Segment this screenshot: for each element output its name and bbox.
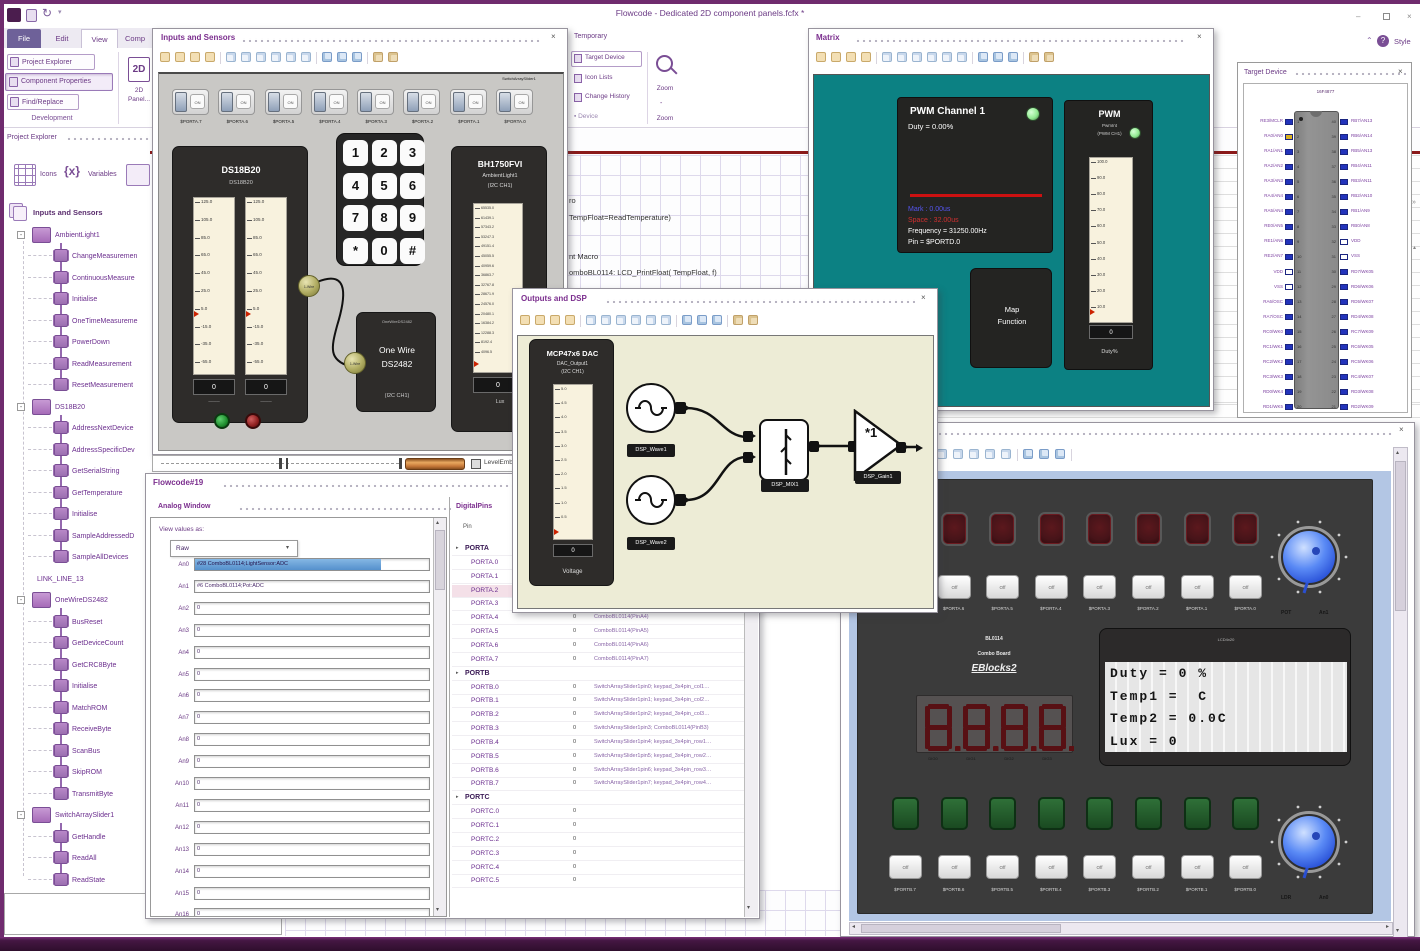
svg-text:*1: *1	[865, 425, 877, 440]
